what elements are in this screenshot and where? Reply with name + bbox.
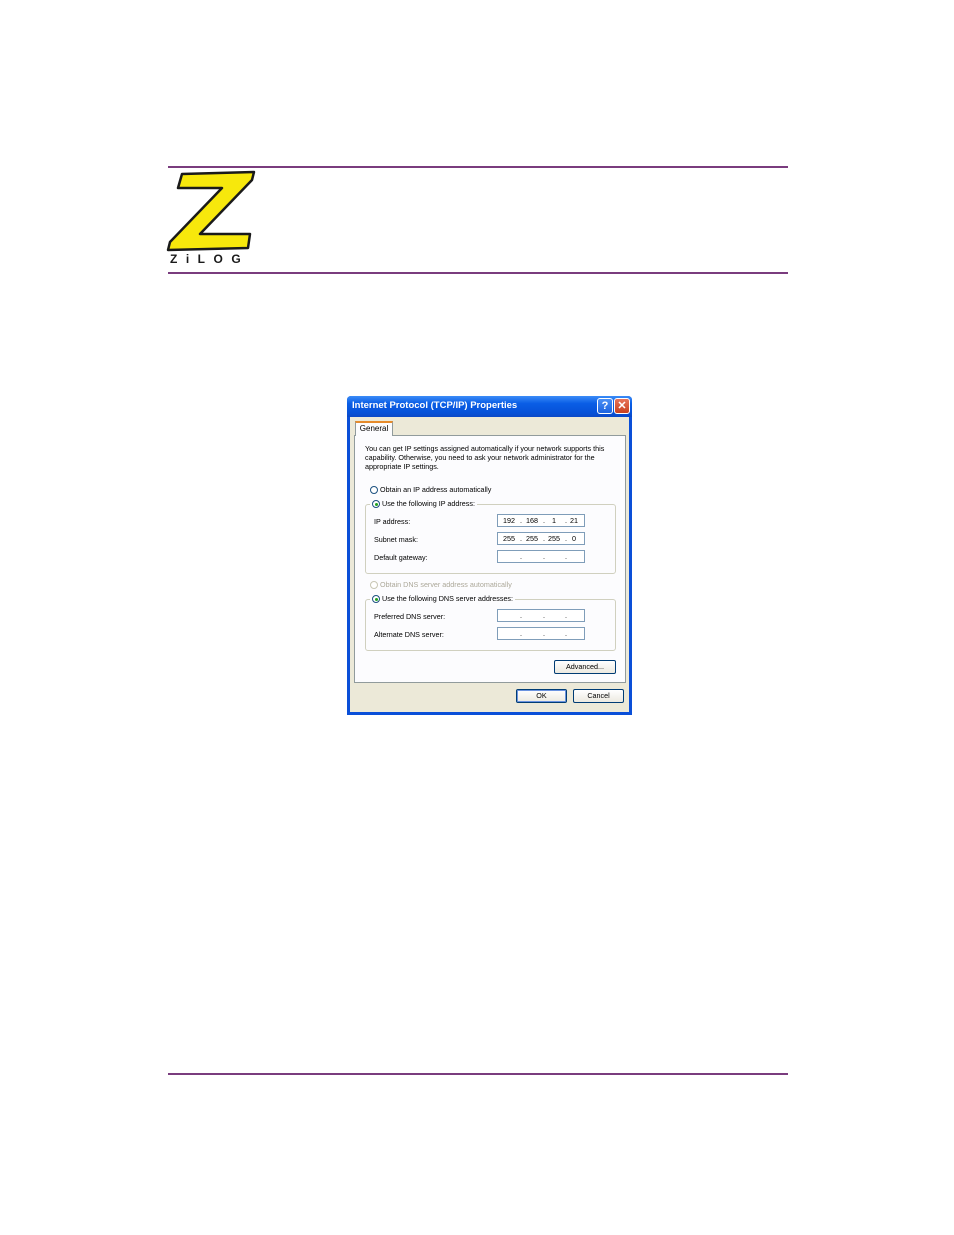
mask-octet-3: 255 bbox=[548, 534, 560, 543]
tab-general[interactable]: General bbox=[355, 421, 393, 436]
mask-octet-1: 255 bbox=[503, 534, 515, 543]
radio-obtain-dns-auto-row: Obtain DNS server address automatically bbox=[370, 580, 512, 590]
radio-use-dns-label: Use the following DNS server addresses: bbox=[382, 594, 514, 603]
ip-dot: . bbox=[565, 629, 567, 638]
ip-dot: . bbox=[565, 611, 567, 620]
default-gateway-field[interactable]: . . . bbox=[497, 550, 585, 563]
close-button[interactable]: ✕ bbox=[614, 398, 630, 414]
radio-use-ip-row[interactable]: Use the following IP address: bbox=[370, 499, 477, 509]
ip-address-field[interactable]: 192 . 168 . 1 . 21 bbox=[497, 514, 585, 527]
header-rule-top bbox=[168, 166, 788, 168]
footer-rule bbox=[168, 1073, 788, 1075]
alternate-dns-field[interactable]: . . . bbox=[497, 627, 585, 640]
dialog-titlebar[interactable]: Internet Protocol (TCP/IP) Properties ? … bbox=[347, 396, 632, 417]
ip-dot: . bbox=[520, 629, 522, 638]
radio-obtain-dns-auto bbox=[370, 581, 378, 590]
zilog-logo: ZiLOG bbox=[166, 170, 256, 270]
ip-octet-3: 1 bbox=[552, 516, 556, 525]
ip-dot: . bbox=[543, 611, 545, 620]
radio-obtain-ip-auto-row[interactable]: Obtain an IP address automatically bbox=[370, 485, 492, 495]
tcpip-properties-dialog: Internet Protocol (TCP/IP) Properties ? … bbox=[347, 396, 632, 715]
ip-dot: . bbox=[520, 516, 522, 525]
help-button[interactable]: ? bbox=[597, 398, 613, 414]
description-text: You can get IP settings assigned automat… bbox=[365, 444, 605, 471]
radio-obtain-ip-auto-label: Obtain an IP address automatically bbox=[380, 485, 492, 494]
ip-octet-4: 21 bbox=[570, 516, 578, 525]
radio-use-dns[interactable] bbox=[372, 595, 380, 604]
ip-dot: . bbox=[520, 552, 522, 561]
ip-octet-1: 192 bbox=[503, 516, 515, 525]
ip-dot: . bbox=[520, 534, 522, 543]
dialog-title: Internet Protocol (TCP/IP) Properties bbox=[352, 400, 518, 411]
ip-dot: . bbox=[543, 629, 545, 638]
dialog-client-area: General You can get IP settings assigned… bbox=[350, 417, 629, 712]
ip-address-label: IP address: bbox=[374, 517, 411, 526]
mask-octet-4: 0 bbox=[572, 534, 576, 543]
ip-dot: . bbox=[543, 552, 545, 561]
ok-button[interactable]: OK bbox=[516, 689, 567, 703]
cancel-button[interactable]: Cancel bbox=[573, 689, 624, 703]
default-gateway-label: Default gateway: bbox=[374, 553, 428, 562]
radio-use-dns-row[interactable]: Use the following DNS server addresses: bbox=[370, 594, 516, 604]
zilog-wordmark: ZiLOG bbox=[170, 252, 250, 266]
alternate-dns-label: Alternate DNS server: bbox=[374, 630, 444, 639]
zilog-z-mark bbox=[166, 170, 256, 252]
radio-use-ip-label: Use the following IP address: bbox=[382, 499, 475, 508]
preferred-dns-label: Preferred DNS server: bbox=[374, 612, 446, 621]
header-rule-bottom bbox=[168, 272, 788, 274]
general-tab-panel: You can get IP settings assigned automat… bbox=[354, 435, 626, 683]
ip-address-group: Use the following IP address: IP address… bbox=[365, 499, 616, 574]
radio-use-ip[interactable] bbox=[372, 500, 380, 509]
preferred-dns-field[interactable]: . . . bbox=[497, 609, 585, 622]
subnet-mask-field[interactable]: 255 . 255 . 255 . 0 bbox=[497, 532, 585, 545]
dns-server-group: Use the following DNS server addresses: … bbox=[365, 594, 616, 651]
subnet-mask-label: Subnet mask: bbox=[374, 535, 418, 544]
advanced-button[interactable]: Advanced... bbox=[554, 660, 616, 674]
ip-dot: . bbox=[565, 552, 567, 561]
ip-dot: . bbox=[520, 611, 522, 620]
radio-obtain-dns-auto-label: Obtain DNS server address automatically bbox=[380, 580, 512, 589]
mask-octet-2: 255 bbox=[526, 534, 538, 543]
radio-obtain-ip-auto[interactable] bbox=[370, 486, 378, 495]
ip-octet-2: 168 bbox=[526, 516, 538, 525]
